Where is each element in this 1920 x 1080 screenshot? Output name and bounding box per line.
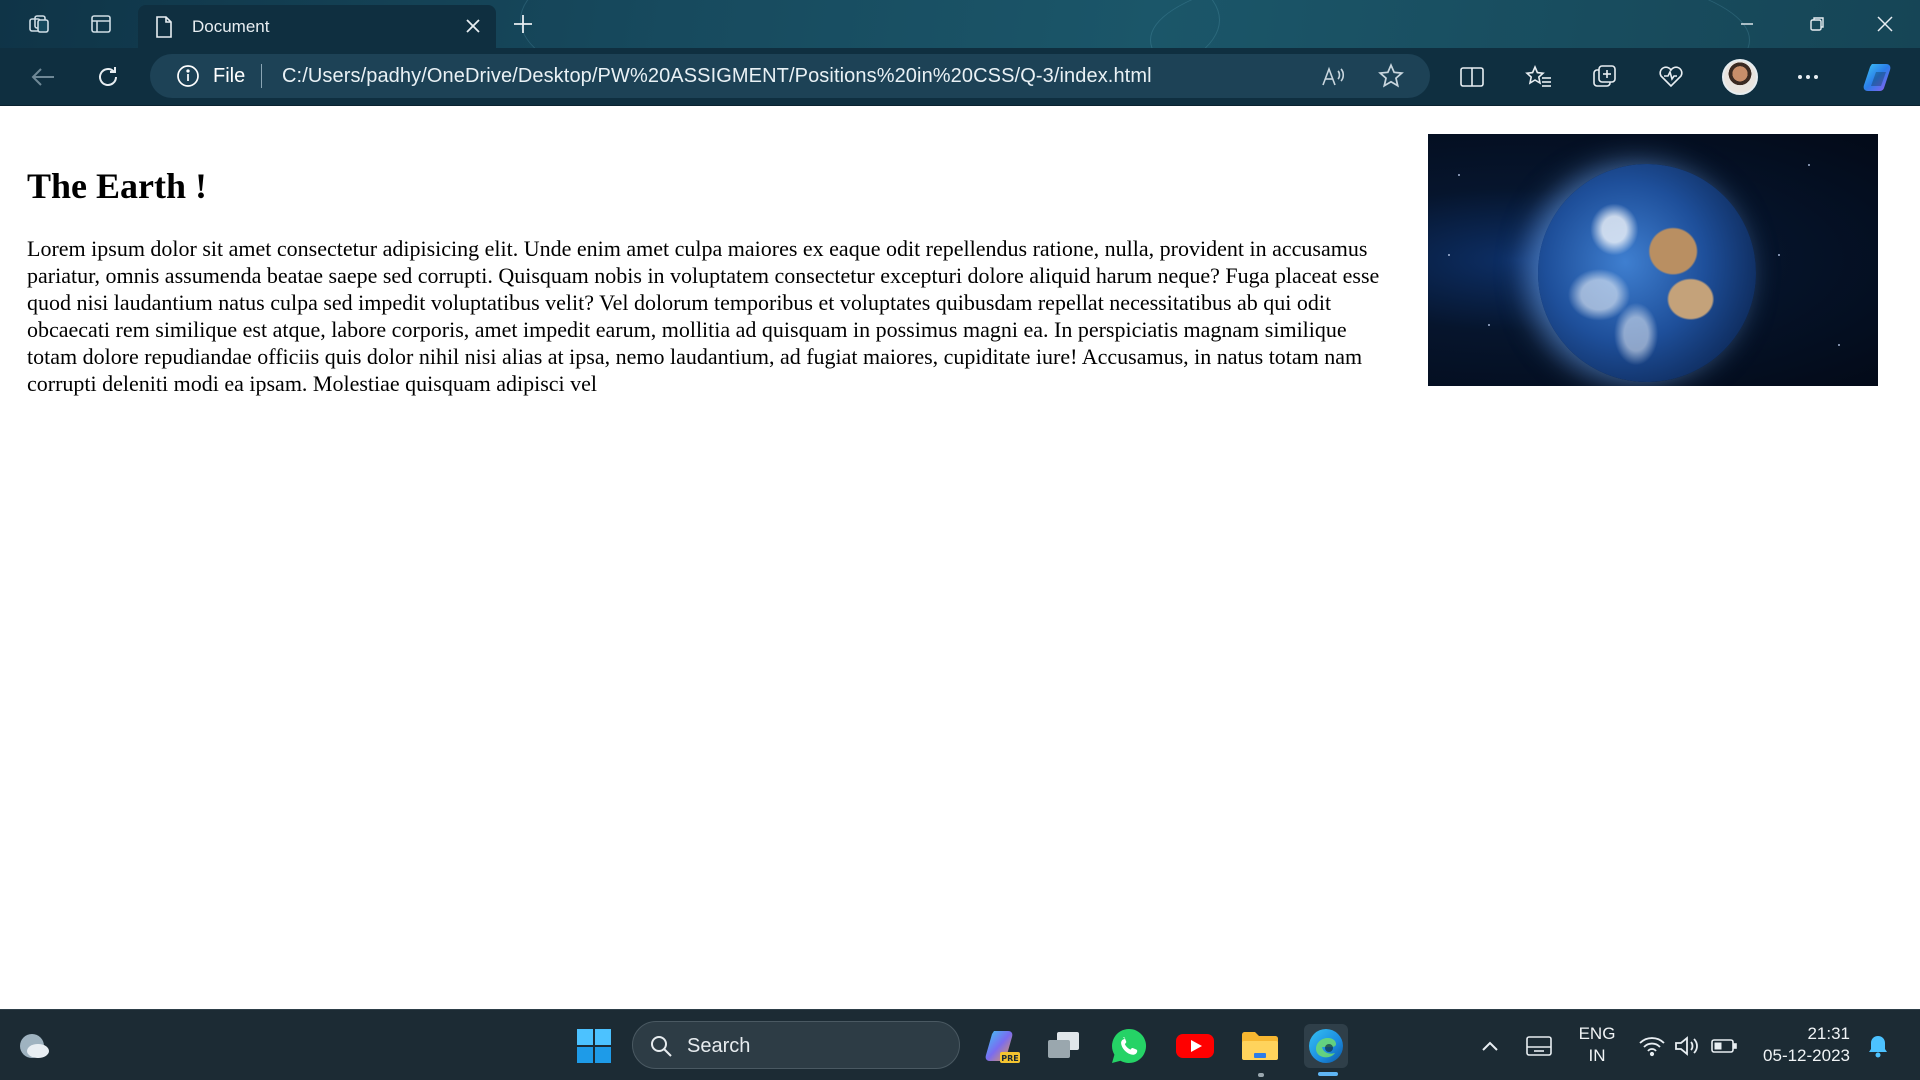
touch-keyboard-icon[interactable] xyxy=(1517,1024,1561,1068)
wallpaper-streak xyxy=(520,0,1220,48)
earth-image xyxy=(1428,134,1878,386)
star xyxy=(1448,254,1450,256)
youtube-icon[interactable] xyxy=(1173,1024,1217,1068)
weather-icon[interactable] xyxy=(12,1024,56,1068)
wallpaper-streak xyxy=(1150,0,1750,48)
search-placeholder: Search xyxy=(687,1035,751,1057)
show-hidden-icons-chevron-up-icon[interactable] xyxy=(1468,1024,1512,1068)
tab-document[interactable]: Document xyxy=(138,5,496,48)
refresh-button[interactable] xyxy=(93,62,123,92)
copilot-preview-icon[interactable]: PRE xyxy=(980,1024,1024,1068)
browser-essentials-icon[interactable] xyxy=(1656,62,1686,92)
close-tab-icon[interactable] xyxy=(462,15,484,37)
restore-button[interactable] xyxy=(1802,10,1832,38)
tab-actions-icon[interactable] xyxy=(88,12,114,36)
back-button[interactable] xyxy=(28,62,58,92)
star xyxy=(1778,254,1780,256)
page-paragraph: Lorem ipsum dolor sit amet consectetur a… xyxy=(27,236,1380,396)
battery-icon[interactable] xyxy=(1702,1024,1746,1068)
site-info-icon[interactable] xyxy=(176,64,200,93)
windows-taskbar: Search PRE ENG IN 21:31 05-12-2023 xyxy=(0,1009,1920,1080)
address-scheme-label: File xyxy=(213,65,246,87)
active-app-indicator xyxy=(1318,1072,1338,1076)
start-button[interactable] xyxy=(572,1024,616,1068)
edge-browser-icon[interactable] xyxy=(1304,1024,1348,1068)
language-indicator[interactable]: ENG IN xyxy=(1572,1023,1622,1067)
whatsapp-icon[interactable] xyxy=(1107,1024,1151,1068)
search-icon xyxy=(649,1034,673,1063)
copilot-icon[interactable] xyxy=(1862,62,1896,92)
star xyxy=(1458,174,1460,176)
language-code: ENG xyxy=(1578,1024,1616,1043)
url-text[interactable]: C:/Users/padhy/OneDrive/Desktop/PW%20ASS… xyxy=(282,65,1152,88)
web-page: The Earth ! Lorem ipsum dolor sit amet c… xyxy=(0,107,1920,1009)
file-explorer-icon[interactable] xyxy=(1238,1024,1282,1068)
new-tab-button[interactable] xyxy=(510,11,536,37)
favorite-star-icon[interactable] xyxy=(1378,63,1404,94)
split-screen-icon[interactable] xyxy=(1457,62,1487,92)
address-bar[interactable]: File C:/Users/padhy/OneDrive/Desktop/PW%… xyxy=(150,54,1430,98)
collections-icon[interactable] xyxy=(1590,62,1620,92)
page-heading: The Earth ! xyxy=(27,166,207,206)
star xyxy=(1838,344,1840,346)
taskbar-search-box[interactable]: Search xyxy=(632,1021,960,1069)
tab-title: Document xyxy=(192,17,270,36)
star xyxy=(1488,324,1490,326)
star xyxy=(1808,164,1810,166)
read-aloud-icon[interactable] xyxy=(1320,64,1348,90)
svg-text:PRE: PRE xyxy=(1001,1054,1019,1063)
clock-date: 05-12-2023 xyxy=(1763,1046,1850,1065)
profile-avatar[interactable] xyxy=(1722,59,1758,95)
browser-toolbar: File C:/Users/padhy/OneDrive/Desktop/PW%… xyxy=(0,48,1920,106)
notification-bell-icon[interactable] xyxy=(1856,1024,1900,1068)
workspaces-icon[interactable] xyxy=(26,12,52,36)
close-window-button[interactable] xyxy=(1870,10,1900,38)
favorites-icon[interactable] xyxy=(1524,62,1554,92)
running-indicator xyxy=(1258,1073,1264,1077)
document-icon xyxy=(154,15,174,44)
address-separator xyxy=(261,64,262,88)
minimize-button[interactable] xyxy=(1732,10,1762,38)
clock-time: 21:31 xyxy=(1807,1024,1850,1043)
more-options-icon[interactable] xyxy=(1793,62,1823,92)
browser-titlebar: Document xyxy=(0,0,1920,48)
clock[interactable]: 21:31 05-12-2023 xyxy=(1754,1023,1850,1067)
earth-globe xyxy=(1538,164,1756,382)
region-code: IN xyxy=(1588,1046,1606,1065)
task-view-icon[interactable] xyxy=(1041,1024,1085,1068)
